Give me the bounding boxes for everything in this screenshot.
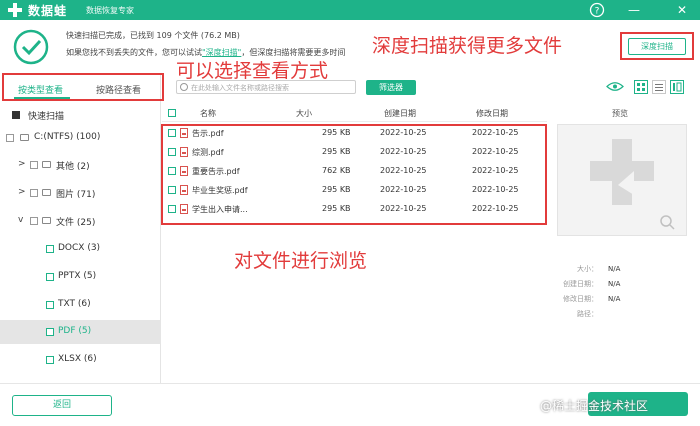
preview-label: 预览 <box>612 109 628 118</box>
tree-item-c-drive[interactable]: C:(NTFS) (100) <box>0 126 161 150</box>
chevron-right-icon[interactable]: > <box>18 187 26 197</box>
tree-item-documents[interactable]: v 文件 (25) <box>0 209 161 233</box>
grid-view-button[interactable] <box>634 80 648 94</box>
tree-item-xlsx[interactable]: XLSX (6) <box>0 348 161 372</box>
meta-modified: 修改日期： N/A <box>563 295 621 303</box>
minimize-button[interactable]: — <box>626 2 642 18</box>
filter-button[interactable]: 筛选器 <box>366 80 416 95</box>
drive-icon <box>20 134 29 141</box>
left-panel: 按类型查看 按路径查看 快速扫描 C:(NTFS) (100) > 其他 (2)… <box>0 75 161 383</box>
checkbox[interactable] <box>30 161 38 169</box>
close-button[interactable]: ✕ <box>674 2 690 18</box>
tree-item-pdf[interactable]: PDF (5) <box>0 320 161 344</box>
app-logo-icon <box>8 3 22 17</box>
tree-item-pptx[interactable]: PPTX (5) <box>0 265 161 289</box>
checkbox[interactable] <box>30 189 38 197</box>
svg-text:?: ? <box>595 7 600 17</box>
highlight-deep-scan <box>620 32 694 60</box>
checkbox[interactable] <box>6 134 14 142</box>
checkbox[interactable] <box>46 273 54 281</box>
help-icon[interactable]: ? <box>589 2 605 18</box>
checkbox[interactable] <box>30 217 38 225</box>
tree-item-docx[interactable]: DOCX (3) <box>0 237 161 261</box>
chevron-right-icon[interactable]: > <box>18 159 26 169</box>
list-view-button[interactable] <box>652 80 666 94</box>
search-input[interactable]: 在此处输入文件名称或路径搜索 <box>176 80 356 94</box>
grid-icon <box>637 83 645 91</box>
scan-status-text: 快速扫描已完成，已找到 109 个文件 (76.2 MB) <box>66 31 240 40</box>
tree-item-images[interactable]: > 图片 (71) <box>0 181 161 205</box>
tree-item-other[interactable]: > 其他 (2) <box>0 153 161 177</box>
check-circle-icon <box>13 29 49 65</box>
no-preview-icon <box>590 139 675 230</box>
list-icon <box>655 84 663 91</box>
detail-view-button[interactable] <box>670 80 684 94</box>
highlight-view-tabs <box>2 73 164 101</box>
annotation-view-mode: 可以选择查看方式 <box>176 60 329 82</box>
bottom-bar: 返回 @稀土掘金技术社区 <box>0 383 700 426</box>
app-subtitle: 数据恢复专家 <box>86 6 134 15</box>
annotation-deep-scan: 深度扫描获得更多文件 <box>372 35 563 57</box>
folder-icon <box>42 161 51 168</box>
quick-scan-row[interactable]: 快速扫描 <box>0 103 161 127</box>
select-all-checkbox[interactable] <box>168 109 176 117</box>
eye-icon[interactable] <box>606 81 624 92</box>
search-icon <box>180 83 188 91</box>
document-icon <box>42 217 51 224</box>
watermark: @稀土掘金技术社区 <box>540 399 649 413</box>
checkbox[interactable] <box>12 111 20 119</box>
meta-size: 大小： N/A <box>577 265 621 273</box>
checkbox[interactable] <box>46 356 54 364</box>
checkbox[interactable] <box>46 328 54 336</box>
annotation-browse: 对文件进行浏览 <box>234 250 368 272</box>
app-name: 数据蛙 <box>28 4 68 18</box>
back-button[interactable]: 返回 <box>12 395 112 416</box>
checkbox[interactable] <box>46 301 54 309</box>
scan-result-header: 快速扫描已完成，已找到 109 个文件 (76.2 MB) 如果您找不到丢失的文… <box>0 20 700 70</box>
chevron-down-icon[interactable]: v <box>18 215 23 225</box>
checkbox[interactable] <box>46 245 54 253</box>
file-table-header: 名称 大小 创建日期 修改日期 <box>162 104 547 122</box>
meta-path: 路径： <box>577 310 598 318</box>
image-icon <box>42 189 51 196</box>
highlight-file-list <box>161 124 547 225</box>
detail-icon <box>673 82 682 92</box>
title-bar: 数据蛙 数据恢复专家 ? — ✕ <box>0 0 700 20</box>
preview-pane <box>557 124 687 236</box>
meta-created: 创建日期： N/A <box>563 280 621 288</box>
tree-item-txt[interactable]: TXT (6) <box>0 293 161 317</box>
